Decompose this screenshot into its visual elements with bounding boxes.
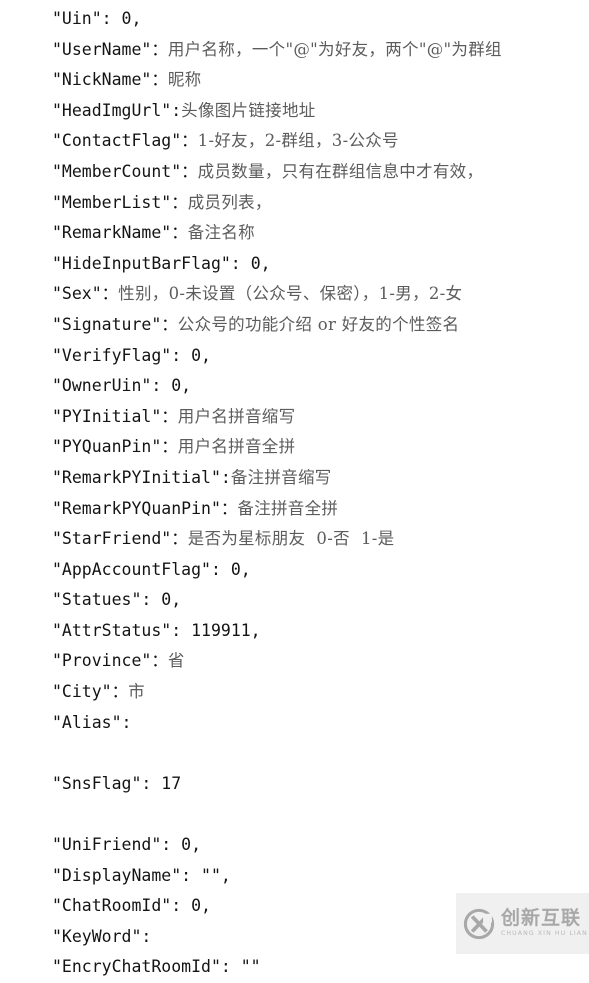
code-value-username: 用户名称，一个"@"为好友，两个"@"为群组 bbox=[167, 39, 502, 59]
code-value-memberlist: 成员列表， bbox=[187, 192, 272, 212]
code-value-statues: 0, bbox=[161, 590, 182, 610]
code-key-remarkpyinitial: "RemarkPYInitial": bbox=[52, 467, 231, 487]
code-key-contactflag: "ContactFlag"： bbox=[52, 131, 198, 151]
code-value-snsflag: 17 bbox=[161, 773, 182, 793]
code-line-verifyflag: "VerifyFlag": 0, bbox=[0, 341, 589, 372]
code-line-starfriend: "StarFriend"：是否为星标朋友 0-否 1-是 bbox=[0, 524, 589, 555]
code-value-nickname: 昵称 bbox=[167, 70, 202, 90]
code-line-memberlist: "MemberList"：成员列表， bbox=[0, 188, 589, 219]
code-key-chatroomid: "ChatRoomId": bbox=[52, 896, 192, 916]
watermark-brand-cn: 创新互联 bbox=[501, 907, 582, 930]
code-line-contactflag: "ContactFlag"：1-好友，2-群组，3-公众号 bbox=[0, 126, 589, 157]
code-key-sex: "Sex"： bbox=[52, 284, 119, 304]
code-key-city: "City"： bbox=[52, 682, 129, 702]
code-key-pyquanpin: "PYQuanPin"： bbox=[52, 437, 178, 457]
code-key-alias: "Alias": bbox=[52, 712, 132, 732]
code-value-attrstatus: 119911, bbox=[191, 620, 261, 640]
code-line-uin: "Uin": 0, bbox=[0, 4, 589, 35]
code-line-membercount: "MemberCount"：成员数量，只有在群组信息中才有效， bbox=[0, 157, 589, 188]
watermark-logo: 创新互联 CHUANG XIN HU LIAN bbox=[456, 893, 589, 954]
code-value-city: 市 bbox=[128, 682, 145, 702]
code-key-owneruin: "OwnerUin": bbox=[52, 376, 172, 396]
circled-x-icon bbox=[463, 908, 495, 939]
code-key-username: "UserName"： bbox=[52, 39, 168, 59]
code-key-uin: "Uin": bbox=[52, 9, 122, 28]
code-line-owneruin: "OwnerUin": 0, bbox=[0, 371, 589, 402]
code-key-snsflag: "SnsFlag": bbox=[52, 773, 162, 793]
code-key-membercount: "MemberCount"： bbox=[52, 161, 198, 181]
code-value-pyinitial: 用户名拼音缩写 bbox=[177, 406, 296, 426]
code-key-starfriend: "StarFriend"： bbox=[52, 529, 188, 549]
code-line-remarkname: "RemarkName"：备注名称 bbox=[0, 218, 589, 249]
code-line-alias: "Alias": bbox=[0, 708, 589, 739]
code-line-remarkpyquanpin: "RemarkPYQuanPin"：备注拼音全拼 bbox=[0, 494, 589, 525]
code-value-hideinputbarflag: 0, bbox=[250, 253, 271, 273]
code-line-encrychatroomid: "EncryChatRoomId": "" bbox=[0, 952, 589, 983]
code-key-attrstatus: "AttrStatus": bbox=[52, 620, 192, 640]
code-key-memberlist: "MemberList"： bbox=[52, 192, 188, 212]
code-key-province: "Province"： bbox=[52, 651, 168, 671]
code-value-signature: 公众号的功能介绍 or 好友的个性签名 bbox=[177, 314, 460, 334]
code-value-displayname: "", bbox=[201, 865, 231, 885]
code-line-sex: "Sex"：性别，0-未设置（公众号、保密），1-男，2-女 bbox=[0, 279, 589, 310]
code-value-remarkpyquanpin: 备注拼音全拼 bbox=[237, 498, 339, 518]
code-line-statues: "Statues": 0, bbox=[0, 585, 589, 616]
code-line-pyinitial: "PYInitial"：用户名拼音缩写 bbox=[0, 402, 589, 433]
code-key-displayname: "DisplayName": bbox=[52, 865, 202, 885]
code-key-nickname: "NickName"： bbox=[52, 70, 168, 90]
code-key-appaccountflag: "AppAccountFlag": bbox=[52, 559, 231, 579]
code-value-remarkname: 备注名称 bbox=[187, 223, 255, 243]
code-key-keyword: "KeyWord": bbox=[52, 926, 152, 946]
code-key-unifriend: "UniFriend": bbox=[52, 835, 182, 855]
code-value-appaccountflag: 0, bbox=[230, 559, 251, 579]
code-line-snsflag: "SnsFlag": 17 bbox=[0, 769, 589, 800]
code-line-signature: "Signature"：公众号的功能介绍 or 好友的个性签名 bbox=[0, 310, 589, 341]
code-line-city: "City"：市 bbox=[0, 677, 589, 708]
code-block: "Uin": 0, "UserName"：用户名称，一个"@"为好友，两个"@"为… bbox=[0, 0, 589, 983]
code-value-starfriend: 是否为星标朋友 0-否 1-是 bbox=[187, 529, 395, 549]
code-key-pyinitial: "PYInitial"： bbox=[52, 406, 178, 426]
code-value-uin: 0, bbox=[121, 9, 142, 28]
code-line-unifriend: "UniFriend": 0, bbox=[0, 830, 589, 861]
code-key-remarkpyquanpin: "RemarkPYQuanPin"： bbox=[52, 498, 238, 518]
code-key-signature: "Signature"： bbox=[52, 314, 178, 334]
code-value-sex: 性别，0-未设置（公众号、保密），1-男，2-女 bbox=[118, 284, 463, 304]
code-line-headimgurl: "HeadImgUrl":头像图片链接地址 bbox=[0, 96, 589, 127]
code-value-owneruin: 0, bbox=[171, 376, 192, 396]
code-line-blank-2 bbox=[0, 799, 589, 830]
code-line-remarkpyinitial: "RemarkPYInitial":备注拼音缩写 bbox=[0, 463, 589, 494]
code-value-encrychatroomid: "" bbox=[240, 957, 261, 977]
code-value-pyquanpin: 用户名拼音全拼 bbox=[177, 437, 296, 457]
code-line-hideinputbarflag: "HideInputBarFlag": 0, bbox=[0, 249, 589, 280]
code-line-province: "Province"：省 bbox=[0, 646, 589, 677]
code-line-blank-1 bbox=[0, 738, 589, 769]
code-key-hideinputbarflag: "HideInputBarFlag": bbox=[52, 253, 251, 273]
code-key-verifyflag: "VerifyFlag": bbox=[52, 345, 192, 365]
watermark-brand-pinyin: CHUANG XIN HU LIAN bbox=[501, 930, 588, 938]
code-line-username: "UserName"：用户名称，一个"@"为好友，两个"@"为群组 bbox=[0, 35, 589, 66]
code-value-unifriend: 0, bbox=[181, 835, 202, 855]
code-key-headimgurl: "HeadImgUrl": bbox=[52, 100, 182, 120]
code-key-remarkname: "RemarkName"： bbox=[52, 223, 188, 243]
code-value-remarkpyinitial: 备注拼音缩写 bbox=[230, 467, 332, 487]
code-value-province: 省 bbox=[167, 651, 185, 671]
code-line-appaccountflag: "AppAccountFlag": 0, bbox=[0, 555, 589, 586]
code-line-displayname: "DisplayName": "", bbox=[0, 861, 589, 892]
code-value-headimgurl: 头像图片链接地址 bbox=[181, 100, 316, 120]
code-value-chatroomid: 0, bbox=[191, 896, 211, 916]
code-key-encrychatroomid: "EncryChatRoomId": bbox=[52, 957, 241, 977]
code-value-membercount: 成员数量，只有在群组信息中才有效， bbox=[197, 161, 484, 181]
code-line-attrstatus: "AttrStatus": 119911, bbox=[0, 616, 589, 647]
code-value-verifyflag: 0, bbox=[191, 345, 211, 365]
code-line-nickname: "NickName"：昵称 bbox=[0, 65, 589, 96]
code-line-pyquanpin: "PYQuanPin"：用户名拼音全拼 bbox=[0, 432, 589, 463]
code-key-statues: "Statues": bbox=[52, 590, 162, 610]
code-value-contactflag: 1-好友，2-群组，3-公众号 bbox=[197, 131, 399, 151]
